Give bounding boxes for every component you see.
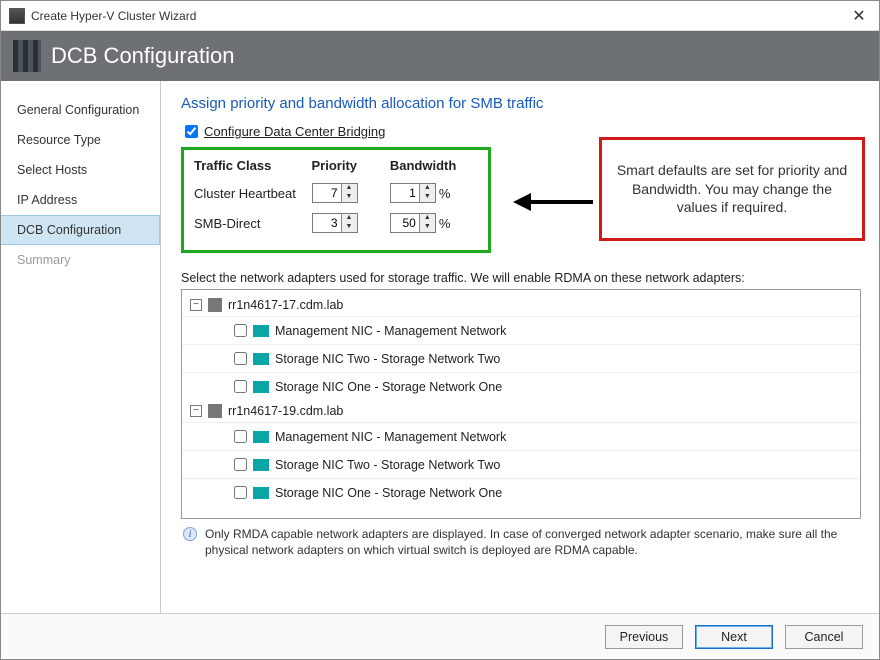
spin-up-icon[interactable]: ▲ [420,184,435,193]
percent-suffix: % [439,216,451,231]
column-header-priority: Priority [312,158,390,173]
server-icon [208,404,222,418]
spin-up-icon[interactable]: ▲ [420,214,435,223]
nic-icon [253,487,269,499]
nic-row[interactable]: Management NIC - Management Network [182,316,860,344]
callout-box: Smart defaults are set for priority and … [599,137,865,241]
nic-icon [253,431,269,443]
nic-checkbox[interactable] [234,458,247,471]
info-icon: i [183,527,197,541]
priority-stepper-cluster-heartbeat[interactable]: ▲▼ [312,183,358,203]
nic-row[interactable]: Management NIC - Management Network [182,422,860,450]
spin-down-icon[interactable]: ▼ [342,223,357,232]
sidebar-item-dcb-configuration[interactable]: DCB Configuration [1,215,160,245]
wizard-footer: Previous Next Cancel [1,613,879,659]
nic-icon [253,381,269,393]
sidebar-item-ip-address[interactable]: IP Address [1,185,160,215]
percent-suffix: % [439,186,451,201]
nic-checkbox[interactable] [234,380,247,393]
nic-row[interactable]: Storage NIC Two - Storage Network Two [182,344,860,372]
column-header-traffic-class: Traffic Class [194,158,312,173]
next-button[interactable]: Next [695,625,773,649]
sidebar-item-resource-type[interactable]: Resource Type [1,125,160,155]
nic-label: Management NIC - Management Network [275,430,506,444]
nic-label: Management NIC - Management Network [275,324,506,338]
traffic-row-smb-direct: SMB-Direct ▲▼ ▲▼ % [194,213,478,233]
servers-icon [13,40,41,72]
collapse-icon[interactable]: − [190,299,202,311]
priority-stepper-smb-direct[interactable]: ▲▼ [312,213,358,233]
titlebar: Create Hyper-V Cluster Wizard ✕ [1,1,879,31]
nic-icon [253,325,269,337]
main-panel: Assign priority and bandwidth allocation… [161,81,879,613]
nic-checkbox[interactable] [234,352,247,365]
bandwidth-input[interactable] [391,184,419,202]
configure-dcb-checkbox[interactable] [185,125,198,138]
bandwidth-input[interactable] [391,214,419,232]
nic-row[interactable]: Storage NIC Two - Storage Network Two [182,450,860,478]
collapse-icon[interactable]: − [190,405,202,417]
previous-button[interactable]: Previous [605,625,683,649]
wizard-steps-sidebar: General Configuration Resource Type Sele… [1,81,161,613]
spin-up-icon[interactable]: ▲ [342,214,357,223]
configure-dcb-label[interactable]: Configure Data Center Bridging [204,124,385,139]
traffic-class-label: SMB-Direct [194,216,312,231]
info-text: Only RMDA capable network adapters are d… [205,527,859,558]
host-row[interactable]: − rr1n4617-19.cdm.lab [182,400,860,422]
callout-text: Smart defaults are set for priority and … [614,161,850,218]
nic-label: Storage NIC One - Storage Network One [275,380,502,394]
banner: DCB Configuration [1,31,879,81]
host-label: rr1n4617-19.cdm.lab [228,404,343,418]
sidebar-item-general-configuration[interactable]: General Configuration [1,95,160,125]
adapter-instructions: Select the network adapters used for sto… [181,271,861,285]
priority-input[interactable] [313,214,341,232]
nic-label: Storage NIC One - Storage Network One [275,486,502,500]
sidebar-item-select-hosts[interactable]: Select Hosts [1,155,160,185]
spin-up-icon[interactable]: ▲ [342,184,357,193]
spin-down-icon[interactable]: ▼ [420,223,435,232]
spin-down-icon[interactable]: ▼ [342,193,357,202]
arrow-left-icon [509,187,595,217]
nic-checkbox[interactable] [234,486,247,499]
bandwidth-stepper-smb-direct[interactable]: ▲▼ [390,213,436,233]
nic-icon [253,353,269,365]
spin-down-icon[interactable]: ▼ [420,193,435,202]
nic-row[interactable]: Storage NIC One - Storage Network One [182,478,860,506]
nic-icon [253,459,269,471]
traffic-row-cluster-heartbeat: Cluster Heartbeat ▲▼ ▲▼ [194,183,478,203]
sidebar-item-summary: Summary [1,245,160,275]
page-title: Assign priority and bandwidth allocation… [181,95,861,112]
traffic-class-table: Traffic Class Priority Bandwidth Cluster… [181,147,491,253]
server-icon [208,298,222,312]
priority-input[interactable] [313,184,341,202]
app-icon [9,8,25,24]
banner-title: DCB Configuration [51,43,234,69]
nic-checkbox[interactable] [234,430,247,443]
info-row: i Only RMDA capable network adapters are… [183,527,859,558]
network-adapter-tree[interactable]: − rr1n4617-17.cdm.lab Management NIC - M… [181,289,861,519]
nic-row[interactable]: Storage NIC One - Storage Network One [182,372,860,400]
cancel-button[interactable]: Cancel [785,625,863,649]
window-title: Create Hyper-V Cluster Wizard [31,9,847,23]
close-icon[interactable]: ✕ [847,6,871,26]
host-label: rr1n4617-17.cdm.lab [228,298,343,312]
nic-label: Storage NIC Two - Storage Network Two [275,458,500,472]
bandwidth-stepper-cluster-heartbeat[interactable]: ▲▼ [390,183,436,203]
column-header-bandwidth: Bandwidth [390,158,478,173]
nic-label: Storage NIC Two - Storage Network Two [275,352,500,366]
host-row[interactable]: − rr1n4617-17.cdm.lab [182,294,860,316]
nic-checkbox[interactable] [234,324,247,337]
traffic-class-label: Cluster Heartbeat [194,186,312,201]
